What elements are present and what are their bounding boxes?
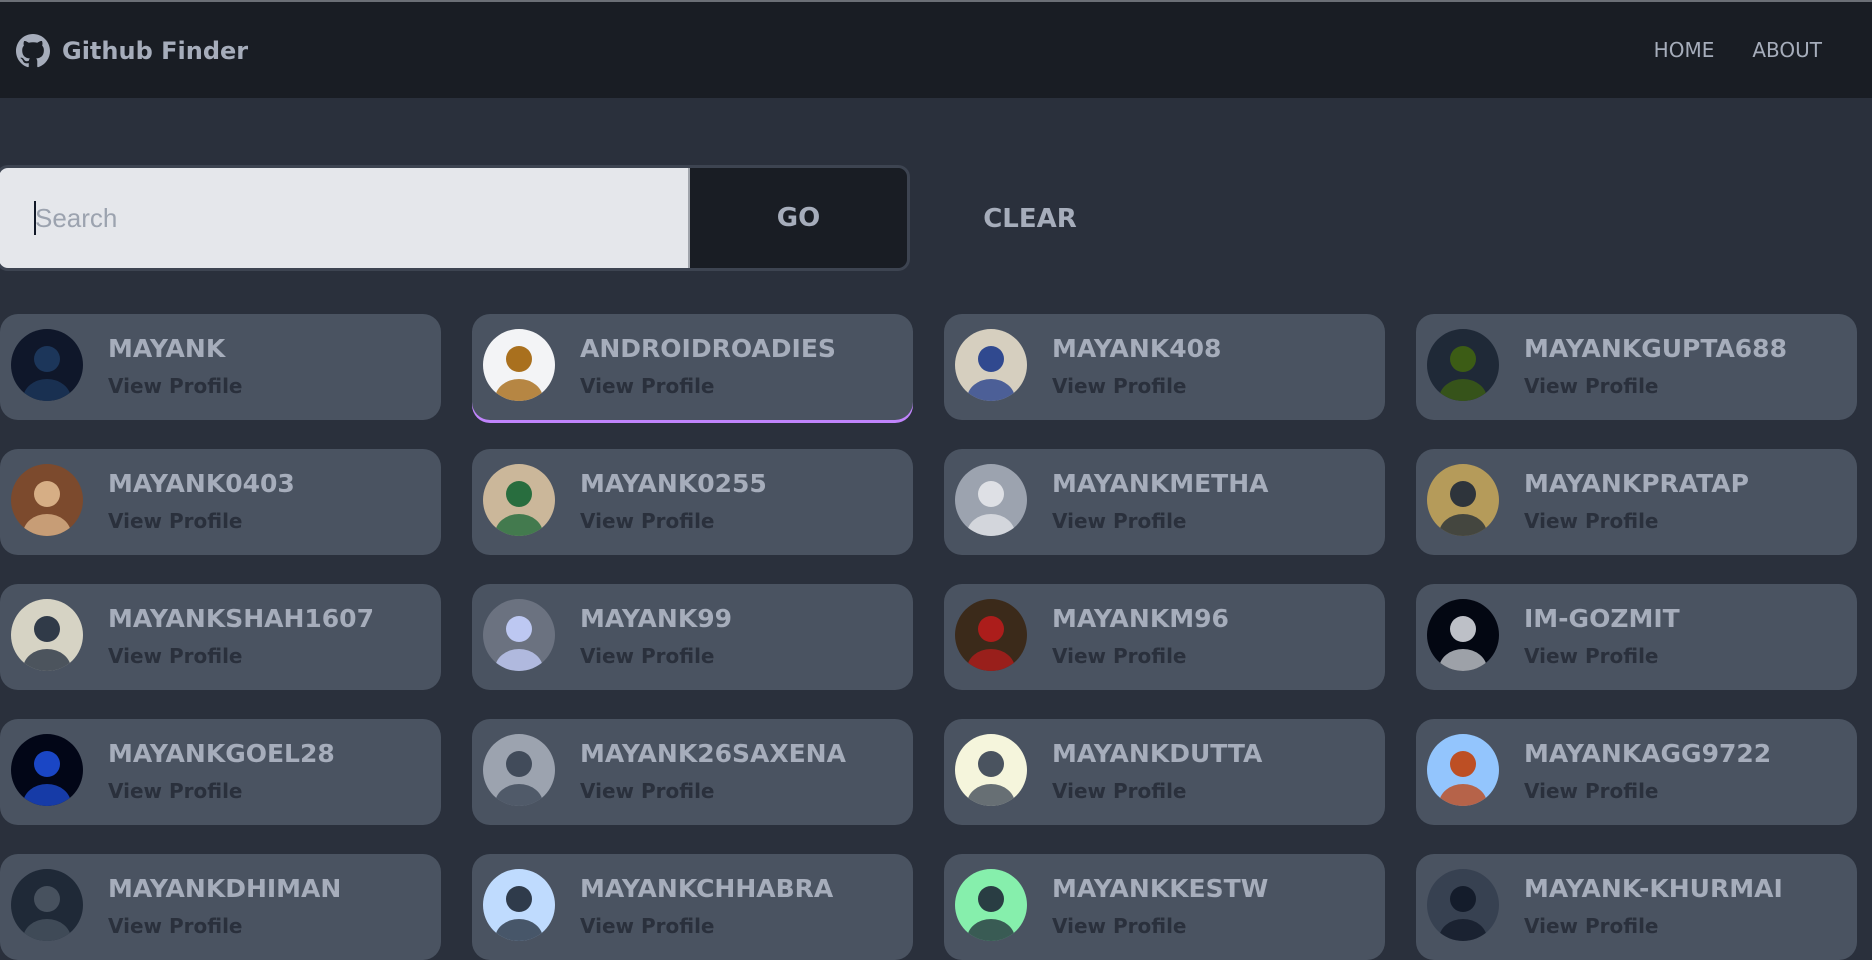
user-login: MAYANK408	[1052, 334, 1222, 363]
user-login: MAYANKKESTW	[1052, 874, 1269, 903]
user-card[interactable]: MAYANKM96 View Profile	[944, 584, 1385, 690]
user-avatar	[483, 869, 555, 941]
user-login: IM-GOZMIT	[1524, 604, 1680, 633]
user-avatar	[1427, 869, 1499, 941]
user-avatar	[955, 464, 1027, 536]
user-avatar	[483, 329, 555, 401]
view-profile-link[interactable]: View Profile	[108, 914, 243, 938]
view-profile-link[interactable]: View Profile	[1052, 914, 1187, 938]
view-profile-link[interactable]: View Profile	[108, 374, 243, 398]
user-login: ANDROIDROADIES	[580, 334, 836, 363]
user-card[interactable]: MAYANKDUTTA View Profile	[944, 719, 1385, 825]
user-avatar	[483, 734, 555, 806]
view-profile-link[interactable]: View Profile	[1052, 374, 1187, 398]
view-profile-link[interactable]: View Profile	[1052, 779, 1187, 803]
user-login: MAYANKGOEL28	[108, 739, 335, 768]
user-avatar	[1427, 464, 1499, 536]
user-card[interactable]: MAYANK-KHURMAI View Profile	[1416, 854, 1857, 960]
view-profile-link[interactable]: View Profile	[108, 509, 243, 533]
user-card[interactable]: MAYANK0403 View Profile	[0, 449, 441, 555]
user-card[interactable]: MAYANKGOEL28 View Profile	[0, 719, 441, 825]
search-form: GO	[0, 165, 910, 271]
brand-title: Github Finder	[62, 37, 249, 65]
user-avatar	[955, 329, 1027, 401]
user-login: MAYANK99	[580, 604, 732, 633]
view-profile-link[interactable]: View Profile	[580, 779, 715, 803]
view-profile-link[interactable]: View Profile	[1524, 509, 1659, 533]
user-card[interactable]: MAYANK0255 View Profile	[472, 449, 913, 555]
navbar: Github Finder HOME ABOUT	[0, 2, 1872, 98]
view-profile-link[interactable]: View Profile	[108, 644, 243, 668]
view-profile-link[interactable]: View Profile	[1052, 509, 1187, 533]
user-login: MAYANKDUTTA	[1052, 739, 1263, 768]
user-login: MAYANKCHHABRA	[580, 874, 834, 903]
user-login: MAYANK	[108, 334, 226, 363]
brand[interactable]: Github Finder	[16, 33, 248, 69]
user-avatar	[11, 869, 83, 941]
user-avatar	[11, 464, 83, 536]
view-profile-link[interactable]: View Profile	[1524, 644, 1659, 668]
search-input[interactable]	[0, 168, 690, 268]
user-avatar	[11, 599, 83, 671]
view-profile-link[interactable]: View Profile	[1524, 779, 1659, 803]
user-login: MAYANK26SAXENA	[580, 739, 846, 768]
user-avatar	[483, 599, 555, 671]
view-profile-link[interactable]: View Profile	[1052, 644, 1187, 668]
clear-button[interactable]: CLEAR	[950, 196, 1110, 242]
user-avatar	[483, 464, 555, 536]
user-card[interactable]: MAYANK408 View Profile	[944, 314, 1385, 420]
user-login: MAYANKM96	[1052, 604, 1229, 633]
user-card[interactable]: MAYANK99 View Profile	[472, 584, 913, 690]
user-login: MAYANKPRATAP	[1524, 469, 1749, 498]
user-card[interactable]: MAYANK View Profile	[0, 314, 441, 420]
user-card[interactable]: MAYANKPRATAP View Profile	[1416, 449, 1857, 555]
user-card[interactable]: IM-GOZMIT View Profile	[1416, 584, 1857, 690]
user-card[interactable]: MAYANKSHAH1607 View Profile	[0, 584, 441, 690]
go-button[interactable]: GO	[690, 168, 907, 268]
user-card[interactable]: MAYANKAGG9722 View Profile	[1416, 719, 1857, 825]
user-login: MAYANKSHAH1607	[108, 604, 374, 633]
user-login: MAYANK-KHURMAI	[1524, 874, 1783, 903]
user-avatar	[11, 329, 83, 401]
github-icon	[16, 34, 50, 68]
user-avatar	[1427, 329, 1499, 401]
text-caret	[34, 201, 36, 235]
user-avatar	[955, 599, 1027, 671]
user-avatar	[11, 734, 83, 806]
view-profile-link[interactable]: View Profile	[1524, 374, 1659, 398]
user-grid: MAYANK View Profile ANDROIDROADIES View Pro…	[0, 314, 1872, 960]
view-profile-link[interactable]: View Profile	[580, 914, 715, 938]
user-card[interactable]: MAYANKCHHABRA View Profile	[472, 854, 913, 960]
user-card[interactable]: MAYANKDHIMAN View Profile	[0, 854, 441, 960]
nav-link-about[interactable]: ABOUT	[1752, 38, 1822, 62]
user-login: MAYANKDHIMAN	[108, 874, 342, 903]
user-avatar	[1427, 599, 1499, 671]
view-profile-link[interactable]: View Profile	[108, 779, 243, 803]
user-login: MAYANK0403	[108, 469, 295, 498]
user-login: MAYANKMETHA	[1052, 469, 1269, 498]
user-login: MAYANKGUPTA688	[1524, 334, 1787, 363]
user-avatar	[1427, 734, 1499, 806]
view-profile-link[interactable]: View Profile	[1524, 914, 1659, 938]
user-card[interactable]: MAYANKGUPTA688 View Profile	[1416, 314, 1857, 420]
user-avatar	[955, 869, 1027, 941]
user-login: MAYANKAGG9722	[1524, 739, 1772, 768]
nav-links: HOME ABOUT	[1654, 38, 1822, 62]
nav-link-home[interactable]: HOME	[1654, 38, 1715, 62]
view-profile-link[interactable]: View Profile	[580, 644, 715, 668]
user-login: MAYANK0255	[580, 469, 767, 498]
view-profile-link[interactable]: View Profile	[580, 509, 715, 533]
user-card[interactable]: MAYANKKESTW View Profile	[944, 854, 1385, 960]
user-card[interactable]: MAYANKMETHA View Profile	[944, 449, 1385, 555]
user-card[interactable]: MAYANK26SAXENA View Profile	[472, 719, 913, 825]
user-avatar	[955, 734, 1027, 806]
view-profile-link[interactable]: View Profile	[580, 374, 715, 398]
user-card[interactable]: ANDROIDROADIES View Profile	[472, 314, 913, 420]
